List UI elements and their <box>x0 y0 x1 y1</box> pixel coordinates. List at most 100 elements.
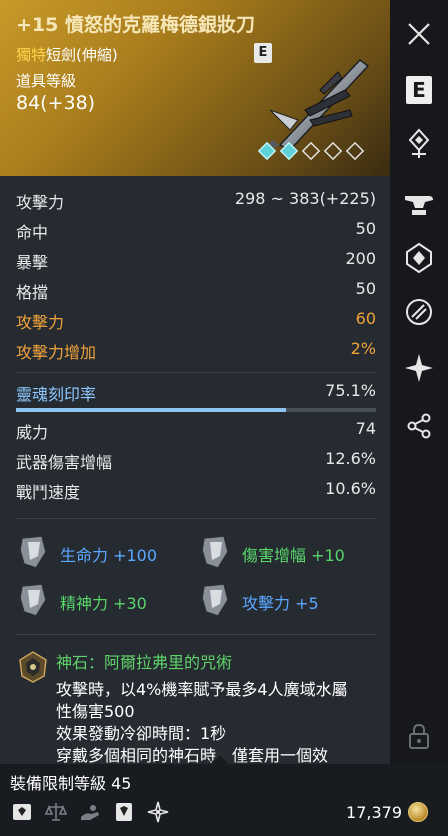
manastone-text: 攻擊力 +5 <box>242 594 319 613</box>
divider <box>16 372 376 373</box>
socket-gem-icon <box>257 141 277 161</box>
manastone-icon <box>201 535 229 569</box>
manastone-slot[interactable]: 傷害增幅 +10 <box>198 534 378 570</box>
item-grade: 獨特 <box>16 46 47 64</box>
stat-row-bonus: 攻擊力 60 <box>16 304 376 334</box>
stat-value: 60 <box>355 309 376 328</box>
crystal-icon <box>406 242 432 274</box>
enchant-button[interactable] <box>399 124 439 164</box>
item-level-value: 84(+38) <box>16 92 96 114</box>
stat-value: 10.6% <box>325 479 376 498</box>
e-icon: E <box>406 76 432 104</box>
price-value: 17,379 <box>346 802 402 822</box>
godstone-icon <box>19 651 47 683</box>
socket-gem-icon <box>279 141 299 161</box>
stat-label: 命中 <box>16 223 49 242</box>
soul-imprint: 靈魂刻印率 75.1% <box>16 378 376 418</box>
godstone-effect-line: 攻擊時，以4%機率賦予最多4人廣域水屬 <box>56 680 348 699</box>
scale-icon <box>44 803 68 821</box>
stat-value: 50 <box>355 219 376 238</box>
item-tooltip-panel: +15 憤怒的克羅梅德銀妝刀 獨特短劍(伸縮) E 道具等級 84(+38) 攻… <box>0 0 390 836</box>
item-price: 17,379 <box>346 802 428 822</box>
star-icon <box>147 801 169 823</box>
soul-bind-icon <box>13 804 31 820</box>
book-icon <box>116 803 132 821</box>
stat-value: 200 <box>345 249 376 268</box>
manastone-slot[interactable]: 攻擊力 +5 <box>198 582 378 618</box>
stat-row-bonus: 攻擊力增加 2% <box>16 334 376 364</box>
manastone-attributes: 生命力 +100 傷害增幅 +10 精神力 +30 攻擊力 +5 <box>16 534 376 624</box>
swap-icon <box>406 299 432 325</box>
manastone-slot[interactable]: 生命力 +100 <box>16 534 196 570</box>
manastone-slot[interactable]: 精神力 +30 <box>16 582 196 618</box>
close-button[interactable] <box>399 14 439 54</box>
stat-label: 戰鬥速度 <box>16 483 81 502</box>
item-name: +15 憤怒的克羅梅德銀妝刀 <box>16 14 255 36</box>
stat-label: 攻擊力增加 <box>16 343 97 362</box>
socket-gem-icon <box>301 141 321 161</box>
socket-gem-icon <box>323 141 343 161</box>
stat-value: 2% <box>350 339 376 358</box>
share-icon <box>407 413 431 439</box>
item-footer: 裝備限制等級 45 17,379 <box>0 764 448 836</box>
soul-imprint-label: 靈魂刻印率 <box>16 385 97 404</box>
manastone-text: 精神力 +30 <box>60 594 147 613</box>
stats-secondary: 威力 74 武器傷害增幅 12.6% 戰鬥速度 10.6% <box>16 414 376 504</box>
stat-label: 武器傷害增幅 <box>16 453 113 472</box>
stat-value: 298 ~ 383(+225) <box>234 189 376 208</box>
sparkle-button[interactable] <box>399 348 439 388</box>
stat-row: 威力 74 <box>16 414 376 444</box>
hand-icon <box>81 805 99 820</box>
item-level-label: 道具等級 <box>16 72 77 90</box>
stat-row: 暴擊 200 <box>16 244 376 274</box>
soul-imprint-bar <box>16 408 376 412</box>
stat-label: 威力 <box>16 423 49 442</box>
sparkle-icon <box>405 354 433 382</box>
swap-button[interactable] <box>399 292 439 332</box>
stat-value: 50 <box>355 279 376 298</box>
stat-row: 攻擊力 298 ~ 383(+225) <box>16 184 376 214</box>
divider <box>16 634 376 635</box>
kinah-coin-icon <box>408 802 428 822</box>
equip-level-requirement: 裝備限制等級 45 <box>10 774 132 793</box>
manastone-icon <box>19 535 47 569</box>
item-flags <box>10 800 170 824</box>
stat-value: 12.6% <box>325 449 376 468</box>
stat-label: 攻擊力 <box>16 193 65 212</box>
close-icon <box>408 23 430 45</box>
manastone-text: 傷害增幅 +10 <box>242 546 345 565</box>
stat-row: 格擋 50 <box>16 274 376 304</box>
stat-row: 命中 50 <box>16 214 376 244</box>
anvil-button[interactable] <box>399 184 439 224</box>
godstone-effect-line: 穿戴多個相同的神石時，僅套用一個效 <box>56 746 329 765</box>
stats-list: 攻擊力 298 ~ 383(+225) 命中 50 暴擊 200 格擋 50 攻… <box>16 184 376 364</box>
stat-row: 武器傷害增幅 12.6% <box>16 444 376 474</box>
soul-imprint-value: 75.1% <box>325 381 376 400</box>
godstone-title: 神石：阿爾拉弗里的咒術 <box>56 653 233 672</box>
manastone-text: 生命力 +100 <box>60 546 158 565</box>
divider <box>16 518 376 519</box>
soul-imprint-bar-fill <box>16 408 287 412</box>
godstone-effect-line: 性傷害500 <box>56 702 135 721</box>
item-header: +15 憤怒的克羅梅德銀妝刀 獨特短劍(伸縮) E 道具等級 84(+38) <box>0 0 390 176</box>
crystal-button[interactable] <box>399 238 439 278</box>
socket-gem-icon <box>345 141 365 161</box>
stat-label: 暴擊 <box>16 253 49 272</box>
share-button[interactable] <box>399 406 439 446</box>
godstone-effect-line: 效果發動冷卻時間：1秒 <box>56 724 227 743</box>
lock-button[interactable] <box>399 716 439 756</box>
anvil-icon <box>405 196 433 215</box>
stat-row: 戰鬥速度 10.6% <box>16 474 376 504</box>
lock-icon <box>409 723 429 749</box>
stat-label: 格擋 <box>16 283 49 302</box>
stat-value: 74 <box>355 419 376 438</box>
item-grade-type: 獨特短劍(伸縮) <box>16 44 118 65</box>
tooltip-sidebar: E <box>390 0 448 764</box>
e-button[interactable]: E <box>399 70 439 110</box>
manastone-icon <box>201 583 229 617</box>
stat-label: 攻擊力 <box>16 313 65 332</box>
enchant-icon <box>408 128 430 158</box>
manastone-icon <box>19 583 47 617</box>
item-type: 短劍(伸縮) <box>46 46 118 64</box>
socket-gems <box>257 141 365 161</box>
